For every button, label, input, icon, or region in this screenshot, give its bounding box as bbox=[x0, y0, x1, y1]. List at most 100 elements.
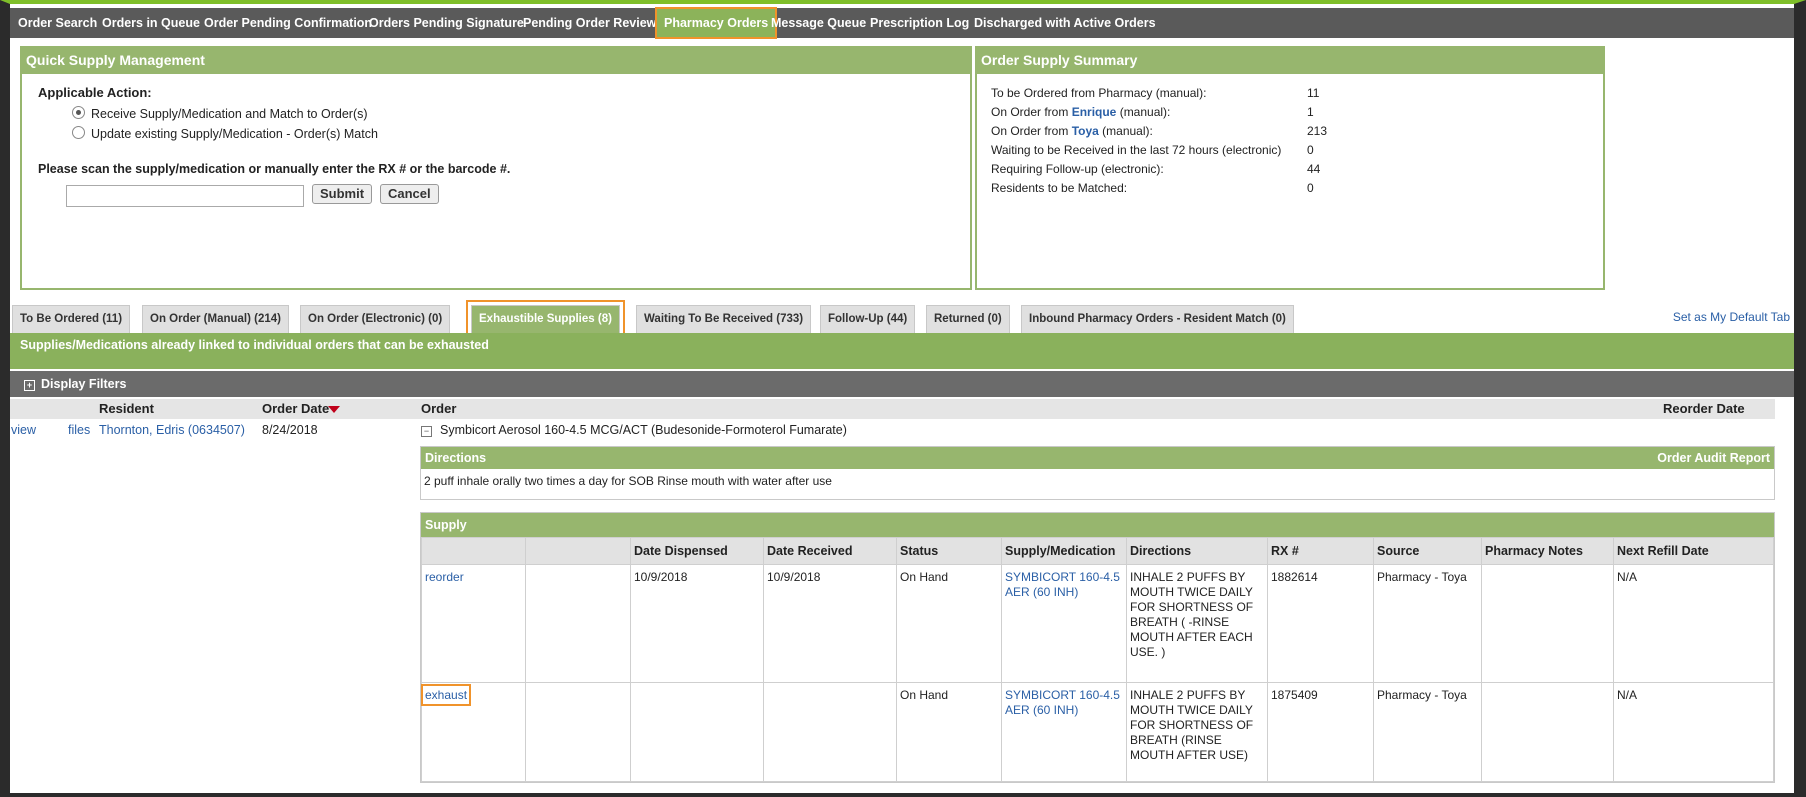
scan-input[interactable] bbox=[66, 185, 304, 207]
nav-pending-order-reviews[interactable]: Pending Order Reviews bbox=[523, 8, 663, 38]
set-default-tab-link[interactable]: Set as My Default Tab bbox=[1673, 310, 1790, 324]
page: Order Search Orders in Queue Order Pendi… bbox=[10, 4, 1794, 793]
next-refill-date: N/A bbox=[1613, 682, 1774, 782]
radio-unchecked-icon[interactable] bbox=[72, 126, 85, 139]
summary-row-to-be-ordered: To be Ordered from Pharmacy (manual): bbox=[991, 86, 1207, 100]
reorder-link[interactable]: reorder bbox=[425, 570, 464, 584]
table-row: exhaust On Hand SYMBICORT 160-4.5 AER (6… bbox=[420, 682, 1774, 782]
medication-link[interactable]: SYMBICORT 160-4.5 AER (60 INH) bbox=[1005, 688, 1120, 717]
col-order: Order bbox=[421, 401, 457, 416]
tab-to-be-ordered[interactable]: To Be Ordered (11) bbox=[12, 305, 131, 333]
supply-directions: INHALE 2 PUFFS BY MOUTH TWICE DAILY FOR … bbox=[1126, 682, 1268, 782]
radio-update-supply[interactable]: Update existing Supply/Medication - Orde… bbox=[72, 126, 378, 141]
col-next-refill: Next Refill Date bbox=[1613, 537, 1774, 565]
order-text: Symbicort Aerosol 160-4.5 MCG/ACT (Budes… bbox=[440, 423, 847, 437]
nav-orders-in-queue[interactable]: Orders in Queue bbox=[102, 8, 200, 38]
supply-header-row: Date Dispensed Date Received Status Supp… bbox=[421, 537, 1774, 565]
sort-desc-icon[interactable] bbox=[328, 406, 340, 413]
blank-cell bbox=[525, 682, 631, 782]
col-directions: Directions bbox=[1126, 537, 1268, 565]
scan-prompt: Please scan the supply/medication or man… bbox=[38, 162, 511, 176]
col-supply-medication: Supply/Medication bbox=[1001, 537, 1127, 565]
summary-value: 44 bbox=[1307, 162, 1321, 176]
col-pharmacy-notes: Pharmacy Notes bbox=[1481, 537, 1614, 565]
date-dispensed: 10/9/2018 bbox=[630, 564, 764, 683]
directions-text: 2 puff inhale orally two times a day for… bbox=[424, 474, 832, 488]
pharmacy-notes bbox=[1481, 682, 1614, 782]
nav-pharmacy-orders[interactable]: Pharmacy Orders bbox=[654, 7, 778, 39]
quick-supply-title: Quick Supply Management bbox=[22, 48, 970, 74]
radio-receive-supply[interactable]: Receive Supply/Medication and Match to O… bbox=[72, 106, 368, 121]
tab-waiting-to-be-received[interactable]: Waiting To Be Received (733) bbox=[636, 305, 812, 333]
date-received: 10/9/2018 bbox=[763, 564, 897, 683]
supply-title: Supply bbox=[421, 513, 1774, 537]
tab-exhaustible-supplies[interactable]: Exhaustible Supplies (8) bbox=[466, 300, 625, 338]
summary-value: 1 bbox=[1307, 105, 1314, 119]
supply-table-box: Supply Date Dispensed Date Received Stat… bbox=[420, 512, 1775, 783]
tab-description: Supplies/Medications already linked to i… bbox=[10, 333, 1794, 369]
tab-returned[interactable]: Returned (0) bbox=[926, 305, 1010, 333]
summary-row-follow-up: Requiring Follow-up (electronic): bbox=[991, 162, 1164, 176]
display-filters-toggle[interactable]: + Display Filters bbox=[10, 371, 1794, 397]
applicable-action-label: Applicable Action: bbox=[38, 85, 152, 100]
col-order-date[interactable]: Order Date bbox=[262, 399, 329, 419]
rx-number: 1882614 bbox=[1267, 564, 1374, 683]
directions-header: Directions Order Audit Report bbox=[421, 447, 1774, 469]
list-header: Resident Order Date Order Reorder Date bbox=[10, 399, 1775, 419]
date-dispensed bbox=[630, 682, 764, 782]
cancel-button[interactable]: Cancel bbox=[380, 184, 439, 204]
expand-plus-icon[interactable]: + bbox=[24, 380, 35, 391]
collapse-minus-icon[interactable]: − bbox=[421, 426, 432, 437]
order-supply-summary-panel: Order Supply Summary To be Ordered from … bbox=[975, 46, 1605, 290]
nav-orders-pending-signature[interactable]: Orders Pending Signature bbox=[369, 8, 524, 38]
rx-number: 1875409 bbox=[1267, 682, 1374, 782]
medication-link[interactable]: SYMBICORT 160-4.5 AER (60 INH) bbox=[1005, 570, 1120, 599]
summary-value: 11 bbox=[1307, 86, 1320, 100]
display-filters-label: Display Filters bbox=[41, 377, 127, 391]
exhaust-link[interactable]: exhaust bbox=[420, 684, 472, 706]
source: Pharmacy - Toya bbox=[1373, 682, 1482, 782]
next-refill-date: N/A bbox=[1613, 564, 1774, 683]
blank-cell bbox=[525, 564, 631, 683]
order-audit-report-link[interactable]: Order Audit Report bbox=[1657, 447, 1770, 469]
quick-supply-panel: Quick Supply Management Applicable Actio… bbox=[20, 46, 972, 290]
nav-order-search[interactable]: Order Search bbox=[18, 8, 97, 38]
supply-table: Date Dispensed Date Received Status Supp… bbox=[420, 537, 1774, 782]
summary-value: 0 bbox=[1307, 143, 1314, 157]
radio-update-label: Update existing Supply/Medication - Orde… bbox=[91, 127, 378, 141]
order-description: − Symbicort Aerosol 160-4.5 MCG/ACT (Bude… bbox=[421, 423, 847, 437]
summary-row-waiting: Waiting to be Received in the last 72 ho… bbox=[991, 143, 1282, 157]
status: On Hand bbox=[896, 564, 1002, 683]
tab-on-order-manual[interactable]: On Order (Manual) (214) bbox=[142, 305, 289, 333]
view-link[interactable]: view bbox=[11, 423, 36, 437]
tab-on-order-electronic[interactable]: On Order (Electronic) (0) bbox=[300, 305, 451, 333]
col-date-received: Date Received bbox=[763, 537, 897, 565]
vendor-link[interactable]: Toya bbox=[1072, 124, 1099, 138]
col-rx: RX # bbox=[1267, 537, 1374, 565]
files-link[interactable]: files bbox=[68, 423, 90, 437]
col-source: Source bbox=[1373, 537, 1482, 565]
col-resident[interactable]: Resident bbox=[99, 399, 154, 419]
submit-button[interactable]: Submit bbox=[312, 184, 373, 204]
status: On Hand bbox=[896, 682, 1002, 782]
directions-box: Directions Order Audit Report 2 puff inh… bbox=[420, 446, 1775, 500]
nav-order-pending-confirmation[interactable]: Order Pending Confirmation bbox=[204, 8, 372, 38]
top-nav: Order Search Orders in Queue Order Pendi… bbox=[10, 7, 1794, 39]
vendor-link[interactable]: Enrique bbox=[1072, 105, 1117, 119]
table-row: reorder 10/9/2018 10/9/2018 On Hand SYMB… bbox=[421, 564, 1774, 683]
nav-message-queue[interactable]: Message Queue bbox=[771, 8, 866, 38]
resident-link[interactable]: Thornton, Edris (0634507) bbox=[99, 423, 245, 437]
nav-prescription-log[interactable]: Prescription Log bbox=[870, 8, 969, 38]
col-blank bbox=[525, 537, 631, 565]
col-date-dispensed: Date Dispensed bbox=[630, 537, 764, 565]
tab-follow-up[interactable]: Follow-Up (44) bbox=[820, 305, 916, 333]
summary-row-residents: Residents to be Matched: bbox=[991, 181, 1128, 195]
summary-value: 213 bbox=[1307, 124, 1328, 138]
tab-inbound-pharmacy-orders[interactable]: Inbound Pharmacy Orders - Resident Match… bbox=[1021, 305, 1294, 333]
nav-discharged-active-orders[interactable]: Discharged with Active Orders bbox=[974, 8, 1156, 38]
radio-checked-icon[interactable] bbox=[72, 106, 85, 119]
source: Pharmacy - Toya bbox=[1373, 564, 1482, 683]
summary-row-toya: On Order from Toya (manual): bbox=[991, 124, 1153, 138]
col-status: Status bbox=[896, 537, 1002, 565]
summary-value: 0 bbox=[1307, 181, 1314, 195]
